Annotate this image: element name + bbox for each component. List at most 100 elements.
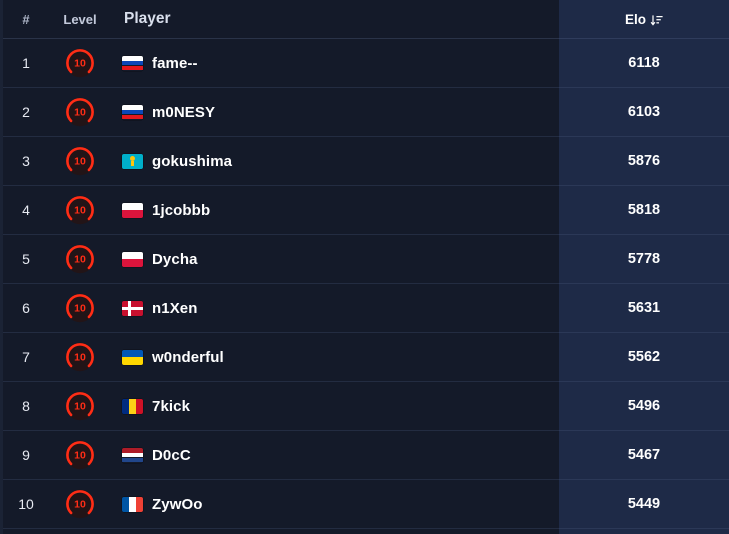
cell-rank: 2 <box>0 87 52 137</box>
cell-player[interactable]: fame-- <box>108 38 559 88</box>
svg-text:10: 10 <box>74 450 86 462</box>
cell-player[interactable]: n1Xen <box>108 283 559 333</box>
table-row[interactable]: 7 10 w0nderful 5562 <box>0 332 729 382</box>
cell-rank: 7 <box>0 332 52 382</box>
country-flag-icon <box>122 398 143 414</box>
table-row[interactable]: 1 10 fame-- 6118 <box>0 38 729 88</box>
player-name[interactable]: w0nderful <box>152 349 224 366</box>
cell-player[interactable]: Dycha <box>108 234 559 284</box>
cell-player[interactable]: 1jcobbb <box>108 185 559 235</box>
column-header-elo[interactable]: Elo <box>559 0 729 39</box>
cell-rank: 1 <box>0 38 52 88</box>
country-flag-icon <box>122 300 143 316</box>
country-flag-icon <box>122 251 143 267</box>
table-row[interactable]: 2 10 m0NESY 6103 <box>0 87 729 137</box>
country-flag-icon <box>122 447 143 463</box>
cell-level: 10 <box>52 332 108 382</box>
cell-elo: 5449 <box>559 479 729 529</box>
column-header-player[interactable]: Player <box>108 0 559 39</box>
table-row[interactable]: 5 10 Dycha 5778 <box>0 234 729 284</box>
svg-text:10: 10 <box>74 499 86 511</box>
table-body: 1 10 fame-- 6118 2 10 m0NESY 6103 3 10 gokushima 58… <box>0 38 729 529</box>
cell-level: 10 <box>52 38 108 88</box>
cell-player[interactable]: ZywOo <box>108 479 559 529</box>
table-row[interactable]: 8 10 7kick 5496 <box>0 381 729 431</box>
level-badge-icon: 10 <box>65 97 95 127</box>
table-row[interactable]: 4 10 1jcobbb 5818 <box>0 185 729 235</box>
country-flag-icon <box>122 55 143 71</box>
country-flag-icon <box>122 202 143 218</box>
svg-text:10: 10 <box>74 254 86 266</box>
cell-player[interactable]: D0cC <box>108 430 559 480</box>
level-badge-icon: 10 <box>65 244 95 274</box>
player-name[interactable]: 1jcobbb <box>152 202 210 219</box>
cell-player[interactable]: m0NESY <box>108 87 559 137</box>
table-row[interactable]: 9 10 D0cC 5467 <box>0 430 729 480</box>
cell-level: 10 <box>52 185 108 235</box>
cell-elo: 6118 <box>559 38 729 88</box>
player-name[interactable]: fame-- <box>152 55 198 72</box>
player-name[interactable]: D0cC <box>152 447 191 464</box>
cell-rank: 4 <box>0 185 52 235</box>
svg-text:10: 10 <box>74 58 86 70</box>
country-flag-icon <box>122 349 143 365</box>
cell-level: 10 <box>52 87 108 137</box>
level-badge-icon: 10 <box>65 293 95 323</box>
level-badge-icon: 10 <box>65 440 95 470</box>
column-header-rank[interactable]: # <box>0 0 52 39</box>
column-header-elo-label: Elo <box>624 11 646 27</box>
svg-text:10: 10 <box>74 401 86 413</box>
cell-elo: 5818 <box>559 185 729 235</box>
level-badge-icon: 10 <box>65 48 95 78</box>
country-flag-icon <box>122 496 143 512</box>
table-row[interactable]: 3 10 gokushima 5876 <box>0 136 729 186</box>
cell-level: 10 <box>52 479 108 529</box>
table-row[interactable]: 10 10 ZywOo 5449 <box>0 479 729 529</box>
svg-text:10: 10 <box>74 205 86 217</box>
svg-text:10: 10 <box>74 107 86 119</box>
cell-rank: 5 <box>0 234 52 284</box>
cell-player[interactable]: 7kick <box>108 381 559 431</box>
level-badge-icon: 10 <box>65 391 95 421</box>
country-flag-icon <box>122 104 143 120</box>
cell-elo: 5496 <box>559 381 729 431</box>
level-badge-icon: 10 <box>65 195 95 225</box>
cell-elo: 5631 <box>559 283 729 333</box>
level-badge-icon: 10 <box>65 489 95 519</box>
column-header-level[interactable]: Level <box>52 0 108 39</box>
cell-elo: 6103 <box>559 87 729 137</box>
cell-elo: 5562 <box>559 332 729 382</box>
level-badge-icon: 10 <box>65 342 95 372</box>
sort-descending-icon[interactable] <box>650 14 663 27</box>
player-name[interactable]: m0NESY <box>152 104 215 121</box>
player-name[interactable]: 7kick <box>152 398 190 415</box>
table-row[interactable]: 6 10 n1Xen 5631 <box>0 283 729 333</box>
cell-level: 10 <box>52 430 108 480</box>
table-header: # Level Player Elo <box>0 0 729 39</box>
player-name[interactable]: ZywOo <box>152 496 203 513</box>
player-name[interactable]: n1Xen <box>152 300 198 317</box>
level-badge-icon: 10 <box>65 146 95 176</box>
cell-level: 10 <box>52 136 108 186</box>
cell-elo: 5778 <box>559 234 729 284</box>
leaderboard-table: # Level Player Elo 1 10 fame-- 6118 2 10… <box>0 0 729 529</box>
svg-text:10: 10 <box>74 352 86 364</box>
cell-rank: 6 <box>0 283 52 333</box>
player-name[interactable]: Dycha <box>152 251 198 268</box>
cell-rank: 8 <box>0 381 52 431</box>
cell-elo: 5876 <box>559 136 729 186</box>
cell-level: 10 <box>52 283 108 333</box>
country-flag-icon <box>122 153 143 169</box>
player-name[interactable]: gokushima <box>152 153 232 170</box>
cell-level: 10 <box>52 381 108 431</box>
table-header-row: # Level Player Elo <box>0 0 729 39</box>
cell-rank: 9 <box>0 430 52 480</box>
leaderboard-table-container: # Level Player Elo 1 10 fame-- 6118 2 10… <box>0 0 729 534</box>
cell-player[interactable]: w0nderful <box>108 332 559 382</box>
cell-rank: 10 <box>0 479 52 529</box>
svg-text:10: 10 <box>74 303 86 315</box>
cell-rank: 3 <box>0 136 52 186</box>
cell-player[interactable]: gokushima <box>108 136 559 186</box>
svg-text:10: 10 <box>74 156 86 168</box>
cell-elo: 5467 <box>559 430 729 480</box>
